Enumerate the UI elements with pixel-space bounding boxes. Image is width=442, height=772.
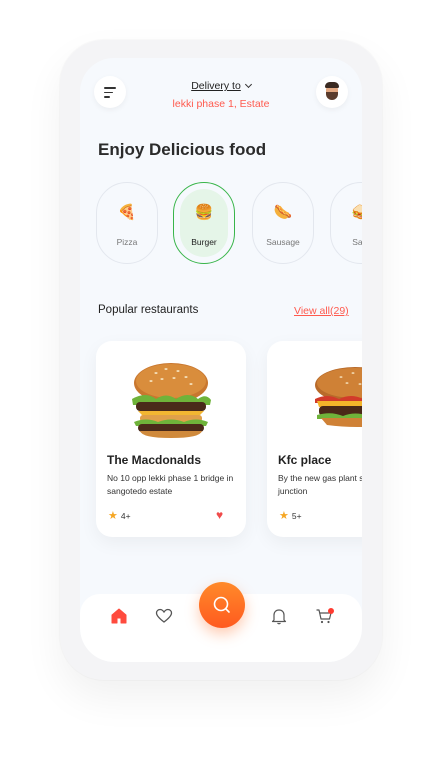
search-icon: [213, 596, 230, 613]
category-label: Pizza: [116, 237, 138, 247]
restaurant-address: No 10 opp lekki phase 1 bridge in sangot…: [107, 473, 234, 496]
pizza-icon: 🍕: [117, 204, 137, 221]
search-button[interactable]: [199, 582, 245, 628]
burger-image: [297, 359, 362, 439]
delivery-label: Delivery to: [191, 80, 241, 92]
heart-icon[interactable]: ♥: [216, 508, 223, 522]
sandwich-icon: 🥪: [351, 204, 362, 221]
category-label: Burger: [191, 237, 217, 247]
section-title: Popular restaurants: [98, 304, 199, 316]
heart-icon[interactable]: [154, 606, 174, 626]
category-label: Sausage: [266, 237, 300, 247]
rating-value: 4+: [120, 511, 131, 521]
burger-icon: 🍔: [194, 204, 214, 221]
restaurant-name: Kfc place: [278, 453, 332, 467]
page-title: Enjoy Delicious food: [98, 140, 267, 159]
menu-icon: [104, 87, 116, 89]
star-icon: ★: [108, 510, 118, 522]
rating-value: 5+: [291, 511, 302, 521]
home-icon[interactable]: [109, 606, 129, 626]
bell-icon[interactable]: [269, 606, 289, 626]
burger-image: [126, 359, 216, 439]
category-burger[interactable]: 🍔 Burger: [173, 182, 235, 264]
restaurant-card[interactable]: The Macdonalds No 10 opp lekki phase 1 b…: [96, 341, 246, 537]
category-label: Sam: [352, 237, 362, 247]
view-all-link[interactable]: View all(29): [294, 305, 349, 317]
restaurant-address: By the new gas plant sangotedo junction: [278, 473, 362, 496]
category-list: 🍕 Pizza 🍔 Burger 🌭 Sausage 🥪 Sam: [96, 182, 362, 266]
sausage-icon: 🌭: [273, 204, 293, 221]
cart-badge: [328, 608, 334, 614]
delivery-location[interactable]: Delivery to lekki phase 1, Estate: [140, 76, 302, 110]
category-sandwich[interactable]: 🥪 Sam: [330, 182, 362, 264]
chevron-down-icon: [244, 80, 252, 89]
category-pizza[interactable]: 🍕 Pizza: [96, 182, 158, 264]
category-sausage[interactable]: 🌭 Sausage: [252, 182, 314, 264]
star-icon: ★: [279, 510, 289, 522]
app-screen: Delivery to lekki phase 1, Estate Enjoy …: [80, 58, 362, 662]
restaurant-card[interactable]: Kfc place By the new gas plant sangotedo…: [267, 341, 362, 537]
delivery-address: lekki phase 1, Estate: [172, 98, 270, 110]
restaurant-name: The Macdonalds: [107, 453, 202, 467]
menu-button[interactable]: [94, 76, 126, 108]
restaurant-rating: ★ 5+: [279, 509, 302, 522]
restaurant-rating: ★ 4+: [108, 509, 131, 522]
avatar[interactable]: [316, 76, 348, 108]
